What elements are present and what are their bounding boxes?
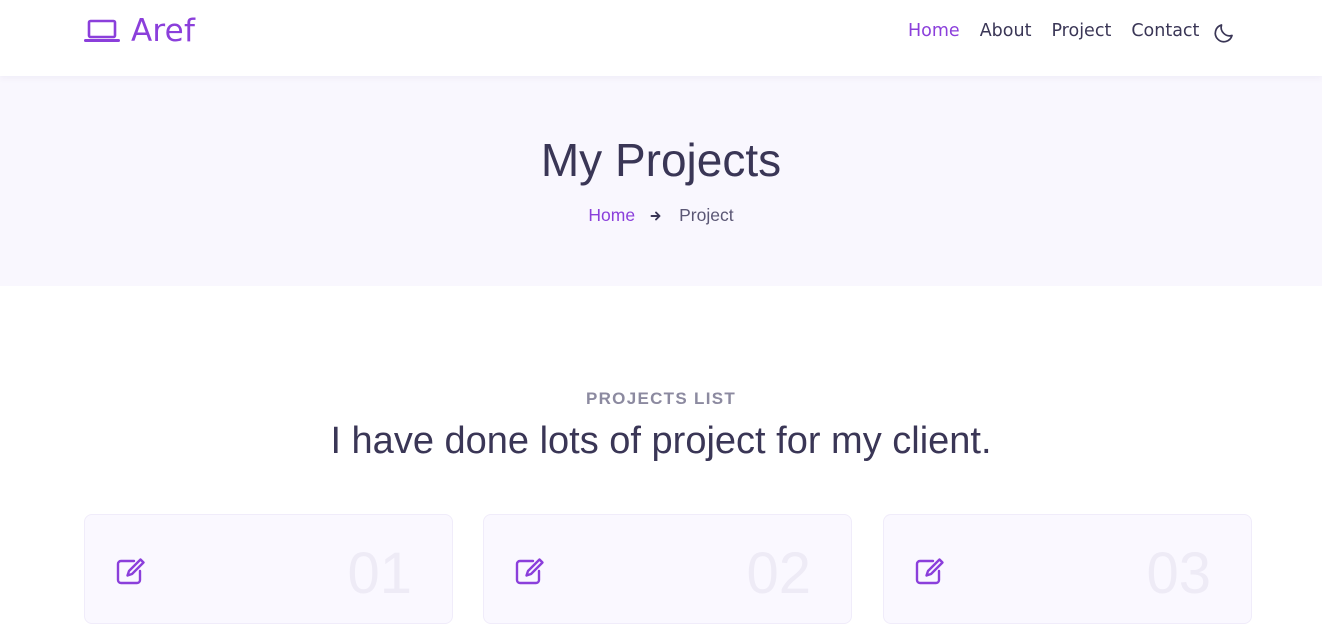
breadcrumb-home-link[interactable]: Home [588, 205, 635, 226]
breadcrumb: Home Project [0, 205, 1322, 226]
project-number: 03 [1146, 541, 1211, 606]
nav-project[interactable]: Project [1051, 21, 1111, 41]
section-subtitle: PROJECTS LIST [585, 389, 737, 408]
page-title: My Projects [540, 134, 782, 186]
edit-icon [915, 558, 944, 585]
brand-logo[interactable]: Aref [83, 13, 195, 49]
project-card[interactable]: 01 [84, 514, 453, 624]
breadcrumb-current: Project [679, 205, 734, 225]
project-card[interactable]: 02 [483, 514, 852, 624]
project-number: 02 [746, 541, 811, 606]
project-card[interactable]: 03 [883, 514, 1252, 624]
brand-name: Aref [131, 13, 196, 49]
nav-about[interactable]: About [980, 21, 1032, 41]
project-number: 01 [347, 541, 412, 606]
nav-contact[interactable]: Contact [1131, 21, 1199, 41]
laptop-icon [84, 19, 120, 42]
nav-home[interactable]: Home [908, 21, 960, 41]
site-header: Aref Home About Project Contact [0, 0, 1322, 76]
section-title: I have done lots of project for my clien… [330, 420, 992, 462]
moon-icon[interactable] [1212, 21, 1236, 45]
page-banner: My Projects Home Project [0, 76, 1322, 286]
arrow-right-icon [650, 211, 661, 220]
edit-icon [116, 558, 145, 585]
main-nav: Home About Project Contact [908, 21, 1219, 41]
edit-icon [515, 558, 544, 585]
